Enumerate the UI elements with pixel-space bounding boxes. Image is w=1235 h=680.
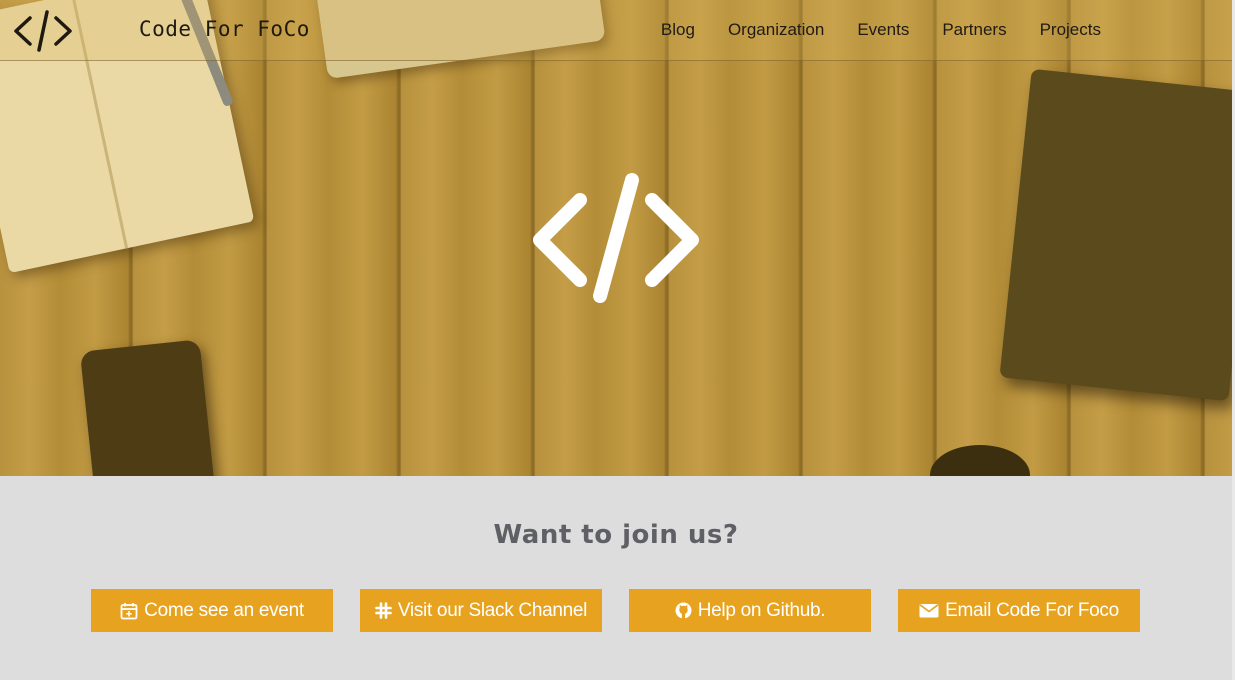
book-image [999, 68, 1232, 402]
hero-code-logo-icon [533, 173, 699, 303]
nav-links: Blog Organization Events Partners Projec… [661, 20, 1101, 40]
slack-icon [375, 602, 392, 619]
come-see-event-label: Come see an event [144, 599, 304, 621]
hero-banner [0, 0, 1232, 476]
visit-slack-button[interactable]: Visit our Slack Channel [360, 589, 602, 632]
jar-image [930, 445, 1030, 476]
help-github-button[interactable]: Help on Github. [629, 589, 871, 632]
code-brackets-icon[interactable] [12, 10, 74, 52]
nav-link-projects[interactable]: Projects [1040, 20, 1101, 40]
brand-name[interactable]: Code For FoCo [139, 17, 310, 41]
come-see-event-button[interactable]: Come see an event [91, 589, 333, 632]
github-icon [675, 602, 692, 619]
nav-link-events[interactable]: Events [857, 20, 909, 40]
help-github-label: Help on Github. [697, 599, 826, 621]
join-title: Want to join us? [493, 520, 739, 550]
email-label: Email Code For Foco [945, 599, 1119, 621]
nav-link-blog[interactable]: Blog [661, 20, 695, 40]
email-button[interactable]: Email Code For Foco [898, 589, 1140, 632]
visit-slack-label: Visit our Slack Channel [397, 599, 588, 621]
phone-image [79, 339, 221, 476]
nav-link-partners[interactable]: Partners [942, 20, 1006, 40]
envelope-icon [919, 604, 939, 618]
top-navbar: Code For FoCo Blog Organization Events P… [0, 0, 1232, 61]
nav-link-organization[interactable]: Organization [728, 20, 824, 40]
calendar-plus-icon [120, 602, 138, 619]
